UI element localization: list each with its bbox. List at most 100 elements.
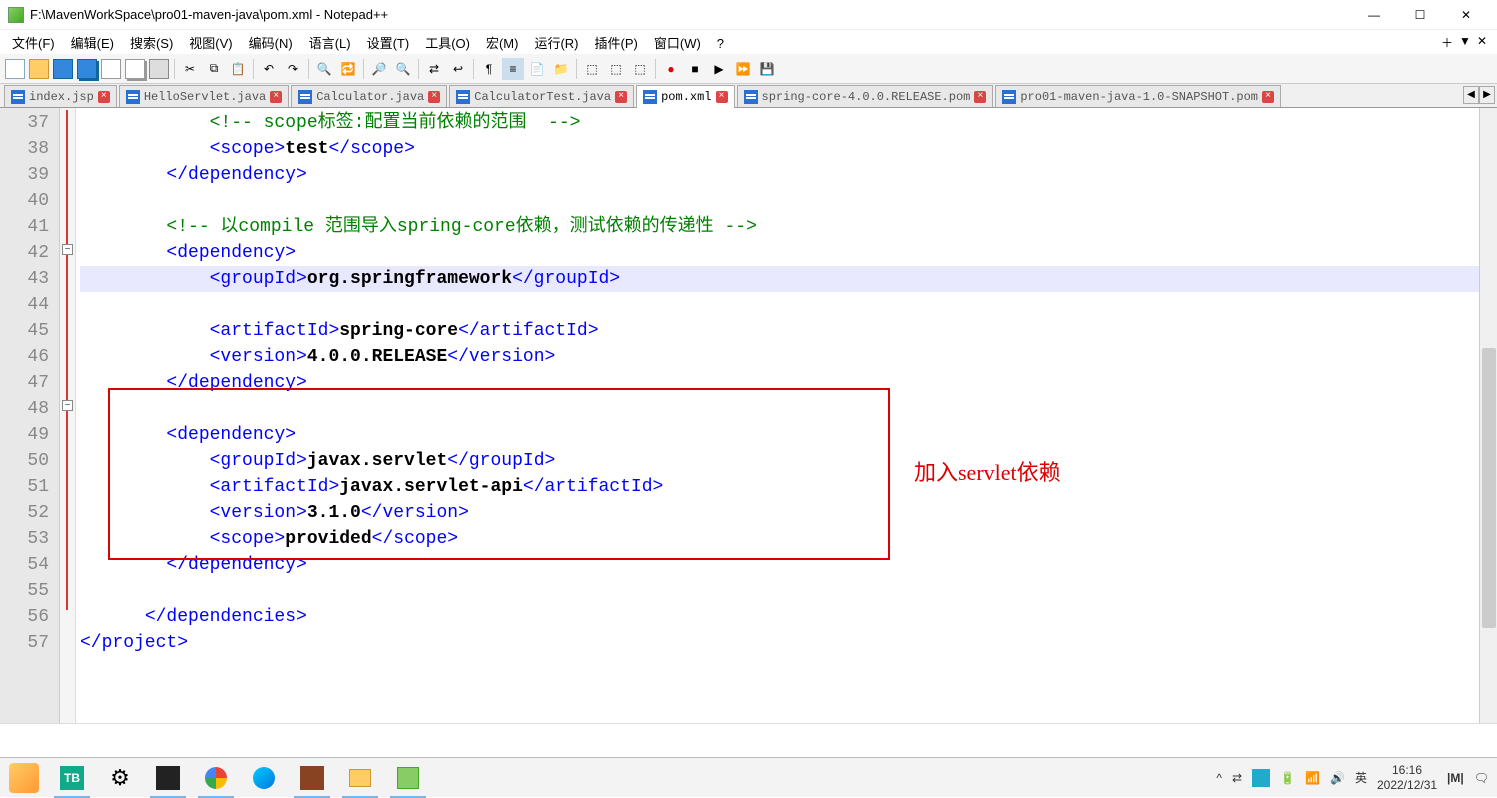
taskbar-app[interactable] [336,758,384,798]
close-button[interactable]: ✕ [1443,0,1489,30]
taskbar-app[interactable]: ⚙ [96,758,144,798]
start-button[interactable] [0,758,48,798]
tab-label: Calculator.java [316,90,424,104]
tb-func3-icon[interactable]: ⬚ [629,58,651,80]
tb-play-icon[interactable]: ▶ [708,58,730,80]
tb-open-icon[interactable] [28,58,50,80]
vertical-scrollbar[interactable] [1479,108,1497,723]
tb-func1-icon[interactable]: ⬚ [581,58,603,80]
tb-cut-icon[interactable]: ✂ [179,58,201,80]
taskbar-app[interactable] [144,758,192,798]
menu-item[interactable]: 编辑(E) [63,34,122,53]
line-number: 42 [0,240,49,266]
tab-label: HelloServlet.java [144,90,266,104]
menu-item[interactable]: 运行(R) [526,34,586,53]
tray-volume-icon[interactable]: 🔊 [1330,771,1345,785]
tb-stop-icon[interactable]: ■ [684,58,706,80]
minimize-button[interactable]: — [1351,0,1397,30]
tray-overflow-icon[interactable]: ^ [1216,771,1222,785]
tab-label: spring-core-4.0.0.RELEASE.pom [762,90,971,104]
file-tab[interactable]: index.jsp × [4,85,117,107]
file-tab[interactable]: HelloServlet.java × [119,85,289,107]
tb-print-icon[interactable] [148,58,170,80]
taskbar-app[interactable] [384,758,432,798]
file-tab[interactable]: CalculatorTest.java× [449,85,634,107]
tab-close-icon[interactable]: × [428,91,440,103]
tb-new-icon[interactable] [4,58,26,80]
file-tab[interactable]: spring-core-4.0.0.RELEASE.pom× [737,85,994,107]
file-tab[interactable]: Calculator.java × [291,85,447,107]
tb-replace-icon[interactable]: 🔁 [337,58,359,80]
menu-item[interactable]: 搜索(S) [122,34,181,53]
menu-item[interactable]: 工具(O) [417,34,478,53]
tb-redo-icon[interactable]: ↷ [282,58,304,80]
tray-m-icon[interactable]: |M| [1447,771,1464,785]
fold-toggle-icon[interactable]: − [62,400,73,411]
fold-toggle-icon[interactable]: − [62,244,73,255]
tb-record-icon[interactable]: ● [660,58,682,80]
tray-notification-icon[interactable]: 🗨 [1474,771,1489,785]
menu-item[interactable]: 编码(N) [241,34,301,53]
tb-save-icon[interactable] [52,58,74,80]
tab-scroll-left-icon[interactable]: ◀ [1463,86,1479,104]
taskbar-app[interactable] [192,758,240,798]
file-icon [126,90,140,104]
menu-item[interactable]: 文件(F) [4,34,63,53]
tb-savemacro-icon[interactable]: 💾 [756,58,778,80]
menu-item[interactable]: 视图(V) [181,34,240,53]
tray-net-icon[interactable]: ⇄ [1232,771,1242,785]
tab-close-icon[interactable]: × [615,91,627,103]
menu-item[interactable]: 窗口(W) [646,34,709,53]
code-line: <groupId>org.springframework</groupId> [80,266,1497,292]
tb-undo-icon[interactable]: ↶ [258,58,280,80]
tb-closeall-icon[interactable] [124,58,146,80]
menu-item[interactable]: 语言(L) [301,34,359,53]
menu-close-icon[interactable]: ✕ [1477,34,1487,51]
tab-scroll-right-icon[interactable]: ▶ [1479,86,1495,104]
taskbar-app[interactable] [288,758,336,798]
tb-folder-icon[interactable]: 📁 [550,58,572,80]
tab-close-icon[interactable]: × [716,91,728,103]
line-number: 46 [0,344,49,370]
tb-wrap-icon[interactable]: ↩ [447,58,469,80]
app-icon [8,7,24,23]
tb-invisible-icon[interactable]: ¶ [478,58,500,80]
menu-dropdown-icon[interactable]: ▼ [1459,34,1471,51]
editor-area[interactable]: 3738394041424344454647484950515253545556… [0,108,1497,723]
menu-item[interactable]: 插件(P) [587,34,646,53]
tb-zoomin-icon[interactable]: 🔎 [368,58,390,80]
file-tab[interactable]: pro01-maven-java-1.0-SNAPSHOT.pom× [995,85,1281,107]
tray-wifi-icon[interactable]: 📶 [1305,771,1320,785]
tray-battery-icon[interactable]: 🔋 [1280,771,1295,785]
tb-lang-icon[interactable]: 📄 [526,58,548,80]
tb-close-icon[interactable] [100,58,122,80]
tb-sync-icon[interactable]: ⇄ [423,58,445,80]
tb-copy-icon[interactable]: ⧉ [203,58,225,80]
menu-plus-icon[interactable]: ＋ [1441,34,1453,51]
tray-clock[interactable]: 16:16 2022/12/31 [1377,763,1437,793]
code-content[interactable]: <!-- scope标签:配置当前依赖的范围 --> <scope>test</… [76,108,1497,723]
tb-playmulti-icon[interactable]: ⏩ [732,58,754,80]
menu-item[interactable]: 设置(T) [359,34,418,53]
maximize-button[interactable]: ☐ [1397,0,1443,30]
fold-column[interactable]: − − [60,108,76,723]
tab-close-icon[interactable]: × [270,91,282,103]
tab-close-icon[interactable]: × [974,91,986,103]
file-tab[interactable]: pom.xml× [636,85,734,108]
tab-close-icon[interactable]: × [1262,91,1274,103]
line-number: 49 [0,422,49,448]
taskbar-app[interactable]: TB [48,758,96,798]
menu-item[interactable]: 宏(M) [478,34,527,53]
tray-app-icon[interactable] [1252,769,1270,787]
taskbar-app[interactable] [240,758,288,798]
tray-ime[interactable]: 英 [1355,769,1367,786]
tab-label: index.jsp [29,90,94,104]
tb-find-icon[interactable]: 🔍 [313,58,335,80]
tab-close-icon[interactable]: × [98,91,110,103]
menu-item[interactable]: ? [709,34,732,53]
tb-paste-icon[interactable]: 📋 [227,58,249,80]
tb-func2-icon[interactable]: ⬚ [605,58,627,80]
tb-indent-icon[interactable]: ≡ [502,58,524,80]
tb-saveall-icon[interactable] [76,58,98,80]
tb-zoomout-icon[interactable]: 🔍 [392,58,414,80]
